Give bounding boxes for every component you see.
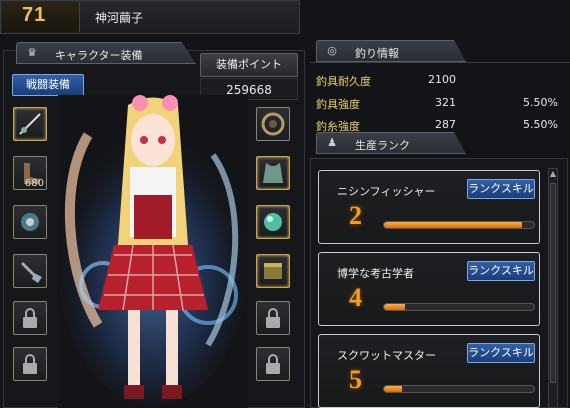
stat-value: 2100 (428, 73, 456, 86)
scroll-up-arrow[interactable]: ▲ (549, 169, 557, 179)
equip-slot-locked[interactable] (256, 301, 290, 335)
line-spool-icon (261, 112, 285, 136)
rank-skill-button[interactable]: ランクスキル (467, 179, 535, 199)
stat-label: 釣具強度 (316, 98, 360, 111)
fishing-rod-icon (19, 113, 41, 135)
tab-label: 生産ランク (355, 139, 410, 152)
rank-number: 4 (349, 283, 362, 312)
stat-percent: 5.50% (523, 96, 558, 109)
equip-slot-rod[interactable] (13, 107, 47, 141)
rank-number: 5 (349, 365, 362, 394)
character-level: 71 (22, 4, 47, 26)
tab-production-rank[interactable]: ♟ 生産ランク (316, 132, 466, 154)
gem-lure-icon (264, 213, 282, 231)
stat-label: 釣具耐久度 (316, 75, 371, 88)
stat-value: 321 (435, 96, 456, 109)
tab-character-equipment[interactable]: ♛ キャラクター装備 (16, 42, 196, 64)
rank-progress-fill (384, 222, 522, 228)
rank-progress-bar (383, 385, 535, 393)
rank-card: ニシンフィッシャー ランクスキル 2 (318, 170, 540, 244)
character-portrait (58, 95, 248, 408)
rank-skill-button[interactable]: ランクスキル (467, 343, 535, 363)
tab-label: キャラクター装備 (55, 49, 143, 62)
rank-skill-button[interactable]: ランクスキル (467, 261, 535, 281)
person-icon: ♟ (327, 136, 337, 149)
rank-progress-bar (383, 303, 535, 311)
equip-slot-boots[interactable]: 680 (13, 156, 47, 190)
equip-slot-locked[interactable] (13, 301, 47, 335)
lock-icon (266, 308, 280, 328)
tab-label: 釣り情報 (355, 47, 399, 60)
bait-box-icon (264, 263, 282, 279)
rank-progress-fill (384, 304, 405, 310)
rank-name: ニシンフィッシャー (337, 185, 436, 198)
rank-number: 2 (349, 201, 362, 230)
battle-gear-button[interactable]: 戦闘装備 (12, 74, 84, 96)
rank-name: スクワットマスター (337, 349, 436, 362)
fish-icon: ◎ (327, 44, 337, 57)
stat-percent: 5.50% (523, 118, 558, 131)
rank-name: 博学な考古学者 (337, 267, 414, 280)
stat-value: 287 (435, 118, 456, 131)
stat-label: 釣糸強度 (316, 120, 360, 133)
equip-slot-shovel[interactable] (13, 254, 47, 288)
equip-slot-locked[interactable] (256, 347, 290, 381)
rank-progress-bar (383, 221, 535, 229)
equip-slot-reel[interactable] (13, 205, 47, 239)
lock-icon (23, 308, 37, 328)
equip-slot-vest[interactable] (256, 156, 290, 190)
equip-slot-line[interactable] (256, 107, 290, 141)
rank-card: 博学な考古学者 ランクスキル 4 (318, 252, 540, 326)
equip-points-label: 装備ポイント (200, 53, 298, 77)
rank-card: スクワットマスター ランクスキル 5 (318, 334, 540, 408)
equip-slot-lure[interactable] (256, 205, 290, 239)
equip-slot-locked[interactable] (13, 347, 47, 381)
vest-icon (263, 163, 283, 183)
lock-icon (23, 354, 37, 374)
slot-count: 680 (24, 178, 44, 189)
reel-icon (21, 213, 39, 231)
rank-progress-fill (384, 386, 402, 392)
lock-icon (266, 354, 280, 374)
tab-fishing-info[interactable]: ◎ 釣り情報 (316, 40, 466, 62)
character-icon: ♛ (27, 46, 37, 59)
rank-scrollbar[interactable]: ▲ (548, 168, 558, 408)
equip-slot-bait[interactable] (256, 254, 290, 288)
scroll-thumb[interactable] (550, 183, 556, 383)
character-name: 神河繭子 (95, 11, 144, 25)
shovel-icon (20, 261, 42, 283)
